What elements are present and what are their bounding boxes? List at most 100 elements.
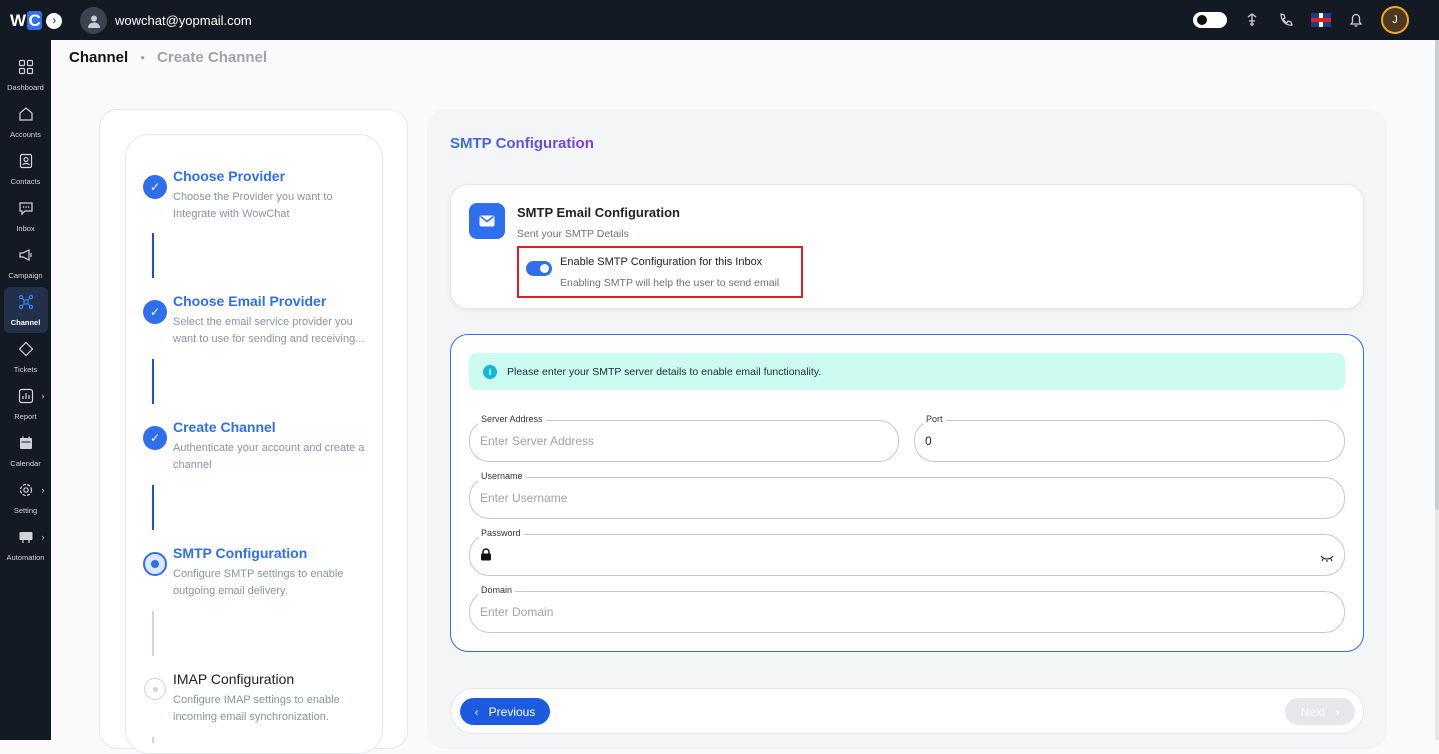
- next-button[interactable]: Next ›: [1285, 698, 1355, 725]
- chevron-right-icon: ›: [1335, 704, 1340, 719]
- eye-closed-icon[interactable]: [1320, 550, 1334, 568]
- bell-icon[interactable]: [1347, 11, 1365, 29]
- top-bar: WC › wowchat@yopmail.com J: [0, 0, 1439, 40]
- password-field[interactable]: Password: [469, 528, 1345, 576]
- logo-mark: WC: [10, 11, 43, 30]
- current-step-icon: [143, 552, 167, 576]
- profile-avatar[interactable]: J: [1381, 6, 1409, 34]
- field-label: Port: [923, 414, 946, 424]
- step-title: Choose Email Provider: [173, 293, 327, 309]
- step-connector: [152, 359, 154, 404]
- sidebar-item-setting[interactable]: Setting ›: [4, 475, 48, 521]
- chevron-left-icon: ‹: [474, 704, 479, 719]
- panel-title: SMTP Configuration: [450, 135, 594, 152]
- pending-step-icon: [144, 678, 166, 700]
- check-icon: ✓: [143, 426, 167, 450]
- step-connector: [152, 737, 154, 743]
- chevron-right-icon: ›: [41, 391, 45, 401]
- step-connector: [152, 233, 154, 278]
- sidebar-item-label: Accounts: [10, 129, 41, 139]
- smtp-card-subtitle: Sent your SMTP Details: [517, 228, 629, 240]
- ticket-icon: [18, 341, 34, 362]
- calendar-icon: [18, 435, 34, 456]
- enable-smtp-toggle[interactable]: [526, 261, 552, 276]
- server-address-field[interactable]: Server Address Enter Server Address: [469, 414, 899, 462]
- sidebar-item-report[interactable]: Report ›: [4, 381, 48, 427]
- broadcast-icon[interactable]: [1243, 11, 1261, 29]
- previous-button[interactable]: ‹ Previous: [460, 698, 550, 725]
- step-title: SMTP Configuration: [173, 545, 308, 561]
- sidebar-item-tickets[interactable]: Tickets: [4, 334, 48, 380]
- field-label: Server Address: [478, 414, 546, 424]
- field-placeholder: Enter Username: [480, 491, 568, 505]
- step-desc: Configure SMTP settings to enable outgoi…: [173, 568, 344, 597]
- toggle-label: Enable SMTP Configuration for this Inbox: [560, 256, 763, 268]
- check-icon: ✓: [143, 300, 167, 324]
- previous-label: Previous: [488, 704, 536, 719]
- expand-sidebar-icon[interactable]: ›: [46, 13, 63, 29]
- sidebar-item-label: Tickets: [13, 364, 38, 374]
- sidebar-item-inbox[interactable]: Inbox: [4, 193, 48, 239]
- sidebar-item-dashboard[interactable]: Dashboard: [4, 52, 48, 98]
- contact-card-icon: [18, 153, 34, 174]
- sidebar-item-label: Inbox: [16, 223, 35, 233]
- sidebar-item-calendar[interactable]: Calendar: [4, 428, 48, 474]
- automation-icon: [18, 529, 34, 550]
- sidebar-item-label: Calendar: [10, 458, 41, 468]
- lock-icon: [480, 548, 492, 566]
- language-flag-icon[interactable]: [1311, 13, 1331, 27]
- sidebar: Dashboard Accounts Contacts Inbox Campaign Ch…: [0, 40, 51, 740]
- sidebar-item-channel[interactable]: Channel: [3, 287, 48, 333]
- chevron-right-icon: ›: [41, 532, 45, 542]
- info-icon: i: [483, 364, 497, 379]
- username-field[interactable]: Username Enter Username: [469, 471, 1345, 519]
- sidebar-item-accounts[interactable]: Accounts: [4, 99, 48, 145]
- wizard-nav-bar: [450, 688, 1364, 734]
- step-desc: Authenticate your account and create a c…: [173, 442, 365, 471]
- sidebar-item-label: Contacts: [10, 176, 41, 186]
- step-desc: Configure IMAP settings to enable incomi…: [173, 694, 340, 723]
- breadcrumb: Channel ● Create Channel: [69, 49, 267, 66]
- phone-icon[interactable]: [1277, 11, 1295, 29]
- user-info[interactable]: wowchat@yopmail.com: [80, 7, 252, 34]
- check-icon: ✓: [143, 175, 167, 199]
- step-connector: [152, 611, 154, 656]
- channel-icon: [18, 294, 34, 315]
- step-connector: [152, 485, 154, 530]
- page-scrollbar[interactable]: [1435, 40, 1439, 740]
- field-label: Username: [478, 471, 526, 481]
- chevron-right-icon: ›: [41, 485, 45, 495]
- field-placeholder: Enter Domain: [480, 605, 554, 619]
- sidebar-item-label: Report: [14, 411, 37, 421]
- smtp-card-title: SMTP Email Configuration: [517, 205, 680, 220]
- info-banner: i Please enter your SMTP server details …: [469, 353, 1345, 390]
- step-title: Choose Provider: [173, 168, 286, 184]
- domain-field[interactable]: Domain Enter Domain: [469, 585, 1345, 633]
- highlight-box: [517, 246, 803, 298]
- user-avatar-icon: [80, 7, 107, 34]
- app-logo[interactable]: WC ›: [10, 11, 63, 31]
- mail-icon: [469, 203, 505, 239]
- report-icon: [18, 388, 34, 409]
- home-icon: [18, 106, 34, 127]
- chat-icon: [18, 200, 34, 221]
- toggle-sublabel: Enabling SMTP will help the user to send…: [560, 277, 780, 289]
- theme-toggle[interactable]: [1193, 12, 1227, 28]
- megaphone-icon: [18, 247, 34, 268]
- breadcrumb-separator: ●: [140, 53, 146, 62]
- sidebar-item-campaign[interactable]: Campaign: [4, 240, 48, 286]
- breadcrumb-create-channel: Create Channel: [157, 49, 268, 66]
- field-label: Domain: [478, 585, 516, 595]
- sidebar-item-contacts[interactable]: Contacts: [4, 146, 48, 192]
- breadcrumb-channel[interactable]: Channel: [69, 49, 128, 66]
- gear-icon: [18, 482, 34, 503]
- user-email: wowchat@yopmail.com: [115, 13, 252, 28]
- sidebar-item-label: Setting: [13, 505, 38, 515]
- sidebar-item-label: Channel: [10, 317, 41, 327]
- port-field[interactable]: Port 0: [914, 414, 1345, 462]
- sidebar-item-label: Automation: [6, 552, 45, 562]
- info-text: Please enter your SMTP server details to…: [507, 365, 822, 378]
- sidebar-item-automation[interactable]: Automation ›: [4, 522, 48, 568]
- field-placeholder: Enter Server Address: [480, 434, 595, 448]
- step-desc: Choose the Provider you want to Integrat…: [173, 191, 333, 220]
